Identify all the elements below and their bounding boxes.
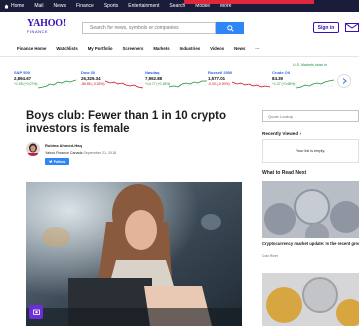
market-status: U.S. Markets close in — [293, 63, 327, 67]
recently-viewed-box: Your list is empty. — [262, 139, 359, 163]
coins-photo — [262, 181, 359, 238]
top-nav-news[interactable]: News — [54, 3, 67, 9]
sign-in-button[interactable]: Sign in — [313, 22, 339, 33]
quote-lookup-input[interactable] — [262, 110, 359, 122]
article-hero-image — [26, 182, 242, 326]
search-button[interactable] — [216, 22, 244, 34]
author-photo — [26, 142, 40, 156]
ticker-sparkline — [169, 80, 207, 88]
finance-nav: Finance Home Watchlists My Portfolio Scr… — [0, 42, 359, 54]
author-name[interactable]: Rubina Ahmed-Haq — [45, 143, 82, 148]
header-divider — [0, 56, 359, 57]
search-input[interactable] — [82, 22, 216, 34]
recently-viewed-title[interactable]: Recently Viewed › — [262, 131, 301, 136]
top-nav-home[interactable]: Home — [4, 3, 24, 9]
top-nav-entertainment[interactable]: Entertainment — [128, 3, 159, 9]
story-source: Coin Rivet — [262, 254, 278, 258]
market-tickers: S&P 500 2,894.67 +1.98 (+0.07%) Dow 30 2… — [14, 70, 359, 98]
what-to-read-next-title: What to Read Next — [262, 170, 307, 176]
story-thumbnail[interactable] — [262, 273, 359, 326]
nav-finance-home[interactable]: Finance Home — [17, 46, 46, 51]
twitter-icon — [49, 159, 53, 163]
nav-industries[interactable]: Industries — [180, 46, 201, 51]
ticker-sparkline — [105, 80, 143, 89]
article-headline: Boys club: Fewer than 1 in 10 crypto inv… — [26, 110, 227, 135]
story-thumbnail[interactable] — [262, 181, 359, 238]
woman-laptop-photo — [26, 182, 242, 326]
site-header: YAHOO! FINANCE Sign in — [0, 12, 359, 42]
home-icon — [4, 4, 9, 8]
nav-markets[interactable]: Markets — [153, 46, 169, 51]
nav-my-portfolio[interactable]: My Portfolio — [88, 46, 113, 51]
bitcoin-photo — [262, 273, 359, 326]
recently-viewed-empty: Your list is empty. — [295, 149, 326, 153]
ticker-sparkline — [232, 81, 270, 88]
nav-videos[interactable]: Videos — [210, 46, 224, 51]
top-nav-mail[interactable]: Mail — [34, 3, 43, 9]
camera-icon — [32, 309, 40, 315]
top-nav-sports[interactable]: Sports — [104, 3, 118, 9]
author-avatar[interactable] — [26, 142, 40, 156]
top-nav-finance[interactable]: Finance — [76, 3, 94, 9]
top-nav-search[interactable]: Search — [169, 3, 185, 9]
yahoo-finance-logo[interactable]: YAHOO! FINANCE — [27, 19, 67, 35]
story-title[interactable]: Cryptocurrency market update: Is the rec… — [262, 241, 359, 246]
ticker-sparkline — [296, 79, 334, 89]
nav-news[interactable]: News — [234, 46, 245, 51]
nav-screeners[interactable]: Screeners — [123, 46, 144, 51]
ticker-sparkline — [38, 79, 76, 89]
nav-watchlists[interactable]: Watchlists — [56, 46, 77, 51]
nav-more[interactable]: ··· — [255, 46, 259, 51]
ticker-next-button[interactable] — [337, 74, 351, 88]
publisher-name: Yahoo Finance Canada — [45, 151, 83, 155]
article-byline: Yahoo Finance Canada September 21, 2018 — [45, 151, 116, 155]
search-icon — [226, 24, 234, 32]
ticker-crude-oil[interactable]: Crude Oil 84.39 +1.37 (+0.68%) — [272, 70, 336, 98]
article-date: September 21, 2018 — [83, 151, 117, 155]
ticker-dow30[interactable]: Dow 30 26,329.34 -86.85 (-0.33%) — [81, 70, 145, 98]
follow-button[interactable]: Follow — [45, 158, 69, 165]
top-nav-accent — [184, 0, 314, 4]
expand-image-icon[interactable] — [29, 305, 43, 319]
ticker-nasdaq[interactable]: Nasdaq 7,962.88 +14.77 (+0.18%) — [145, 70, 209, 98]
chevron-right-icon — [342, 78, 347, 84]
top-nav-bar: Home Mail News Finance Sports Entertainm… — [0, 0, 359, 12]
mail-icon[interactable] — [345, 23, 359, 32]
ticker-sp500[interactable]: S&P 500 2,894.67 +1.98 (+0.07%) — [14, 70, 78, 98]
ticker-russell2000[interactable]: Russell 2000 1,577.01 -0.03 (-0.00%) — [208, 70, 272, 98]
